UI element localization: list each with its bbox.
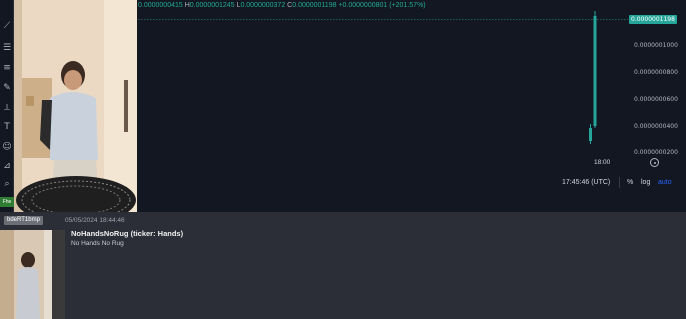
- emoji-icon[interactable]: ☺: [1, 141, 13, 153]
- candle-body: [593, 16, 597, 126]
- utc-clock[interactable]: 17:45:46 (UTC): [562, 179, 610, 186]
- post-timestamp: 05/05/2024 18:44:46: [65, 217, 125, 224]
- text-tool-icon[interactable]: T: [1, 121, 13, 133]
- price-tick: 0.0000001000: [634, 42, 678, 49]
- low-value: 0.0000000372: [240, 2, 286, 9]
- author-tag[interactable]: bdeRT1bmp: [4, 216, 43, 225]
- token-description: No Hands No Rug: [71, 240, 124, 247]
- high-value: 0.0000001245: [189, 2, 235, 9]
- tool-badge: Fhe: [0, 197, 14, 207]
- token-image-graphic: [0, 230, 65, 319]
- price-scale[interactable]: 0.0000001000 0.0000000800 0.0000000600 0…: [628, 0, 686, 170]
- measure-icon[interactable]: ⟂: [1, 102, 13, 114]
- price-tick: 0.0000000600: [634, 96, 678, 103]
- price-tick: 0.0000000200: [634, 149, 678, 156]
- log-toggle[interactable]: log: [641, 179, 650, 186]
- webcam-overlay: [14, 0, 137, 212]
- ruler-icon[interactable]: ⊿: [1, 160, 13, 172]
- change-value: +0.0000000801 (+201.57%): [338, 2, 426, 9]
- trend-line-icon[interactable]: ⟋: [1, 20, 13, 32]
- token-info-panel: bdeRT1bmp 05/05/2024 18:44:46 NoHandsNoR…: [0, 212, 686, 319]
- drawing-toolbar: ⟋ ☰ ≡ ✎ ⟂ T ☺ ⊿ ⌕ Fhe: [0, 0, 14, 212]
- time-axis-label: 18:00: [594, 159, 611, 166]
- auto-toggle[interactable]: auto: [658, 179, 672, 186]
- candle-body: [589, 128, 592, 141]
- settings-icon[interactable]: [650, 158, 659, 167]
- price-tick: 0.0000000400: [634, 123, 678, 130]
- chart-area[interactable]: 0.0000000415 H0.0000001245 L0.0000000372…: [0, 0, 686, 212]
- token-image: [0, 230, 65, 319]
- token-title: NoHandsNoRug (ticker: Hands): [71, 229, 184, 238]
- brush-icon[interactable]: ✎: [1, 82, 13, 94]
- horizontal-lines-icon[interactable]: ☰: [1, 42, 13, 54]
- webcam-image: [14, 0, 137, 212]
- ohlc-legend: 0.0000000415 H0.0000001245 L0.0000000372…: [138, 2, 426, 9]
- close-value: 0.0000001198: [292, 2, 337, 9]
- open-value: 0.0000000415: [138, 2, 183, 9]
- zoom-icon[interactable]: ⌕: [1, 178, 13, 190]
- divider: [619, 177, 620, 188]
- fib-tool-icon[interactable]: ≡: [1, 62, 13, 74]
- price-tick: 0.0000000800: [634, 69, 678, 76]
- chart-bottom-bar: 17:45:46 (UTC) % log auto: [137, 172, 686, 212]
- percent-toggle[interactable]: %: [627, 179, 633, 186]
